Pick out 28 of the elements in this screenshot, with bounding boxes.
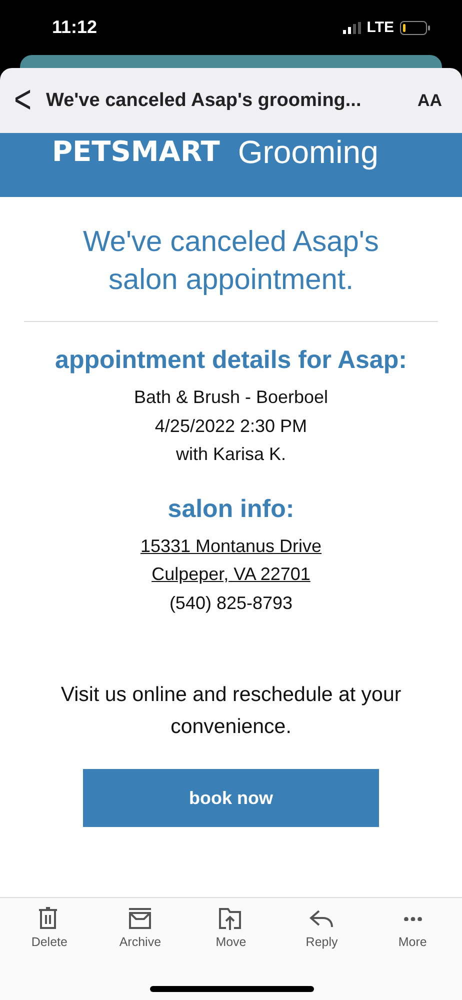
service-name: Grooming <box>238 134 378 171</box>
back-button[interactable]: < <box>14 78 34 123</box>
toolbar-button[interactable]: Delete <box>9 906 90 949</box>
more-icon <box>404 916 422 922</box>
details-heading: appointment details for Asap: <box>55 346 407 375</box>
toolbar-button[interactable]: Archive <box>100 906 180 949</box>
brand-logo: PETSMART <box>52 135 220 168</box>
text-size-button[interactable]: AA <box>409 90 450 110</box>
battery-icon <box>400 20 430 34</box>
email-subject: We've canceled Asap's grooming... <box>46 90 362 112</box>
archive-box-icon <box>127 906 154 932</box>
toolbar-button[interactable]: Reply <box>282 906 362 949</box>
appointment-detail: with Karisa K. <box>174 443 288 466</box>
folder-upload-icon <box>218 906 244 932</box>
appointment-detail: 4/25/2022 2:30 PM <box>154 414 308 438</box>
phone-number: (540) 825-8793 <box>169 592 293 612</box>
address-link[interactable]: 15331 Montanus Drive <box>140 536 322 556</box>
salon-heading: salon info: <box>168 494 294 524</box>
toolbar-button[interactable]: More <box>372 906 453 949</box>
reschedule-message: Visit us online and reschedule at your convenience. <box>60 682 402 740</box>
cancellation-heading: We've canceled Asap's salon appointment. <box>82 225 380 298</box>
signal-icon <box>342 22 361 34</box>
address-link[interactable]: Culpeper, VA 22701 <box>152 564 310 584</box>
appointment-detail: Bath & Brush - Boerboel <box>134 386 328 409</box>
toolbar-button[interactable]: Move <box>190 906 271 949</box>
clock-time: 11:12 <box>52 17 98 38</box>
book-now-button[interactable]: book now <box>83 769 379 827</box>
network-label: LTE <box>366 19 394 36</box>
